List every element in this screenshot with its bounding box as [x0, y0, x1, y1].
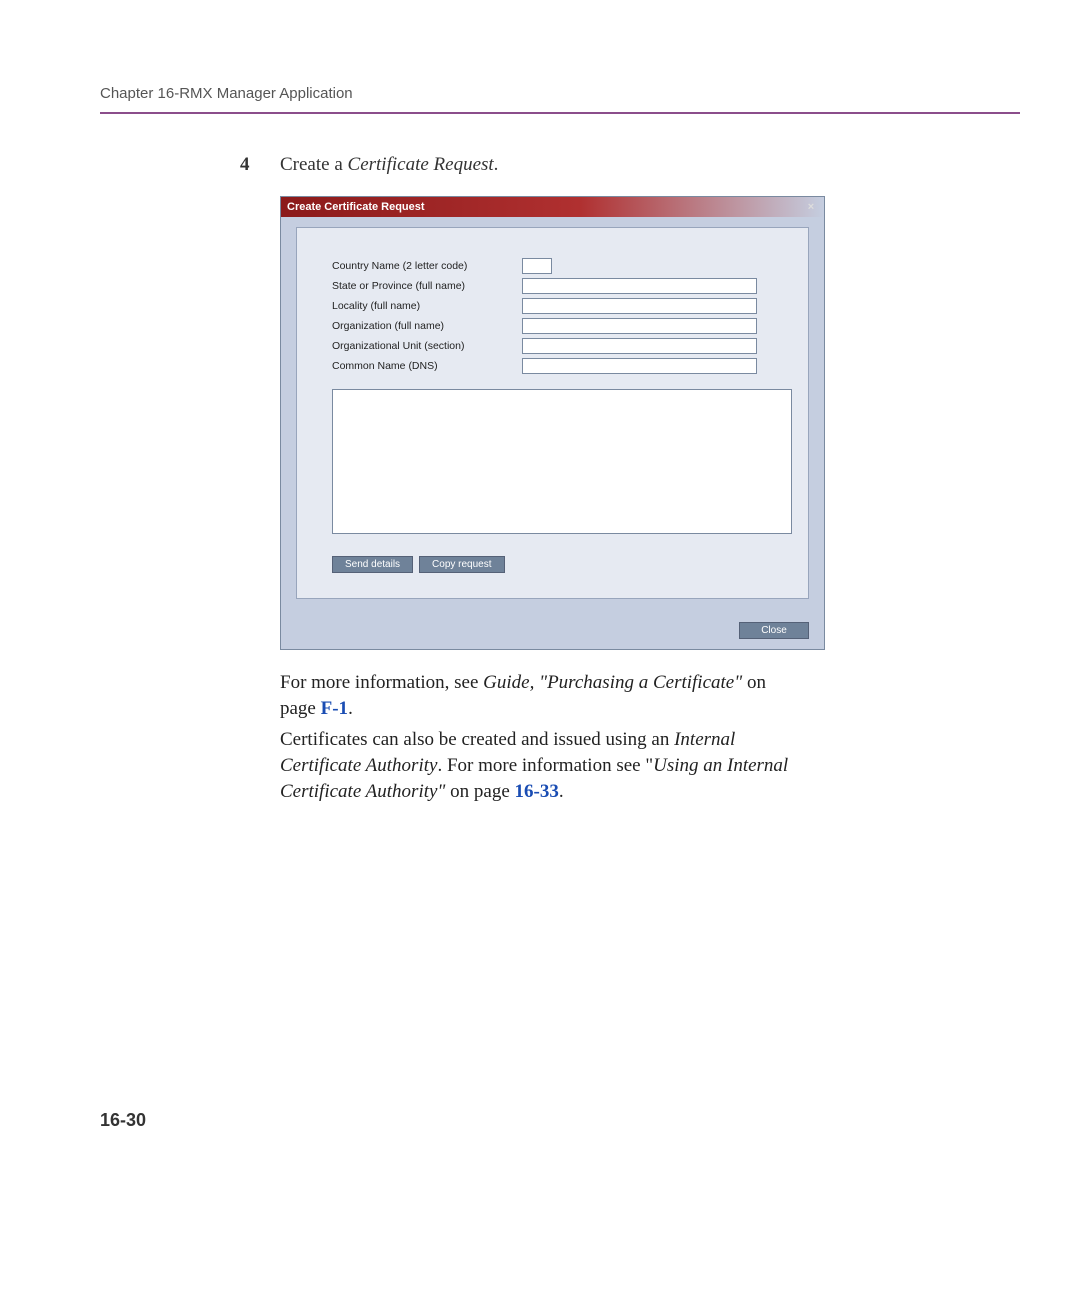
send-details-button[interactable]: Send details [332, 556, 413, 573]
page-link-f1[interactable]: F-1 [321, 698, 348, 719]
page-number: 16-30 [100, 1110, 146, 1131]
field-row-org-unit: Organizational Unit (section) [332, 338, 798, 354]
dialog-footer: Close [281, 614, 824, 649]
label-state: State or Province (full name) [332, 280, 522, 292]
label-locality: Locality (full name) [332, 300, 522, 312]
dialog-screenshot-wrapper: Create Certificate Request × Country Nam… [100, 196, 980, 650]
step-instruction: Create a Certificate Request. [280, 154, 498, 176]
input-common-name[interactable] [522, 358, 757, 374]
page-link-16-33[interactable]: 16-33 [515, 781, 559, 802]
dialog-inner-panel: Country Name (2 letter code) State or Pr… [296, 227, 809, 599]
dialog-button-row: Send details Copy request [332, 556, 798, 573]
certificate-request-dialog: Create Certificate Request × Country Nam… [280, 196, 825, 650]
label-organization: Organization (full name) [332, 320, 522, 332]
field-row-common-name: Common Name (DNS) [332, 358, 798, 374]
label-country: Country Name (2 letter code) [332, 260, 522, 272]
field-row-organization: Organization (full name) [332, 318, 798, 334]
input-state[interactable] [522, 278, 757, 294]
info-paragraph-1: For more information, see Guide, "Purcha… [100, 670, 800, 721]
field-row-country: Country Name (2 letter code) [332, 258, 798, 274]
close-icon[interactable]: × [804, 200, 818, 214]
field-row-state: State or Province (full name) [332, 278, 798, 294]
label-common-name: Common Name (DNS) [332, 360, 522, 372]
step-row: 4 Create a Certificate Request. [100, 154, 980, 176]
field-row-locality: Locality (full name) [332, 298, 798, 314]
dialog-title: Create Certificate Request [287, 201, 425, 213]
input-locality[interactable] [522, 298, 757, 314]
copy-request-button[interactable]: Copy request [419, 556, 504, 573]
chapter-label: Chapter 16-RMX Manager Application [100, 85, 353, 102]
dialog-body: Country Name (2 letter code) State or Pr… [281, 217, 824, 614]
page-content: 4 Create a Certificate Request. Create C… [0, 114, 1080, 804]
input-org-unit[interactable] [522, 338, 757, 354]
label-org-unit: Organizational Unit (section) [332, 340, 522, 352]
info-paragraph-2: Certificates can also be created and iss… [100, 727, 800, 804]
input-organization[interactable] [522, 318, 757, 334]
dialog-title-bar: Create Certificate Request × [281, 197, 824, 217]
request-output-textarea[interactable] [332, 389, 792, 534]
input-country[interactable] [522, 258, 552, 274]
close-button[interactable]: Close [739, 622, 809, 639]
page-header: Chapter 16-RMX Manager Application [0, 0, 1080, 112]
step-number: 4 [240, 154, 280, 176]
